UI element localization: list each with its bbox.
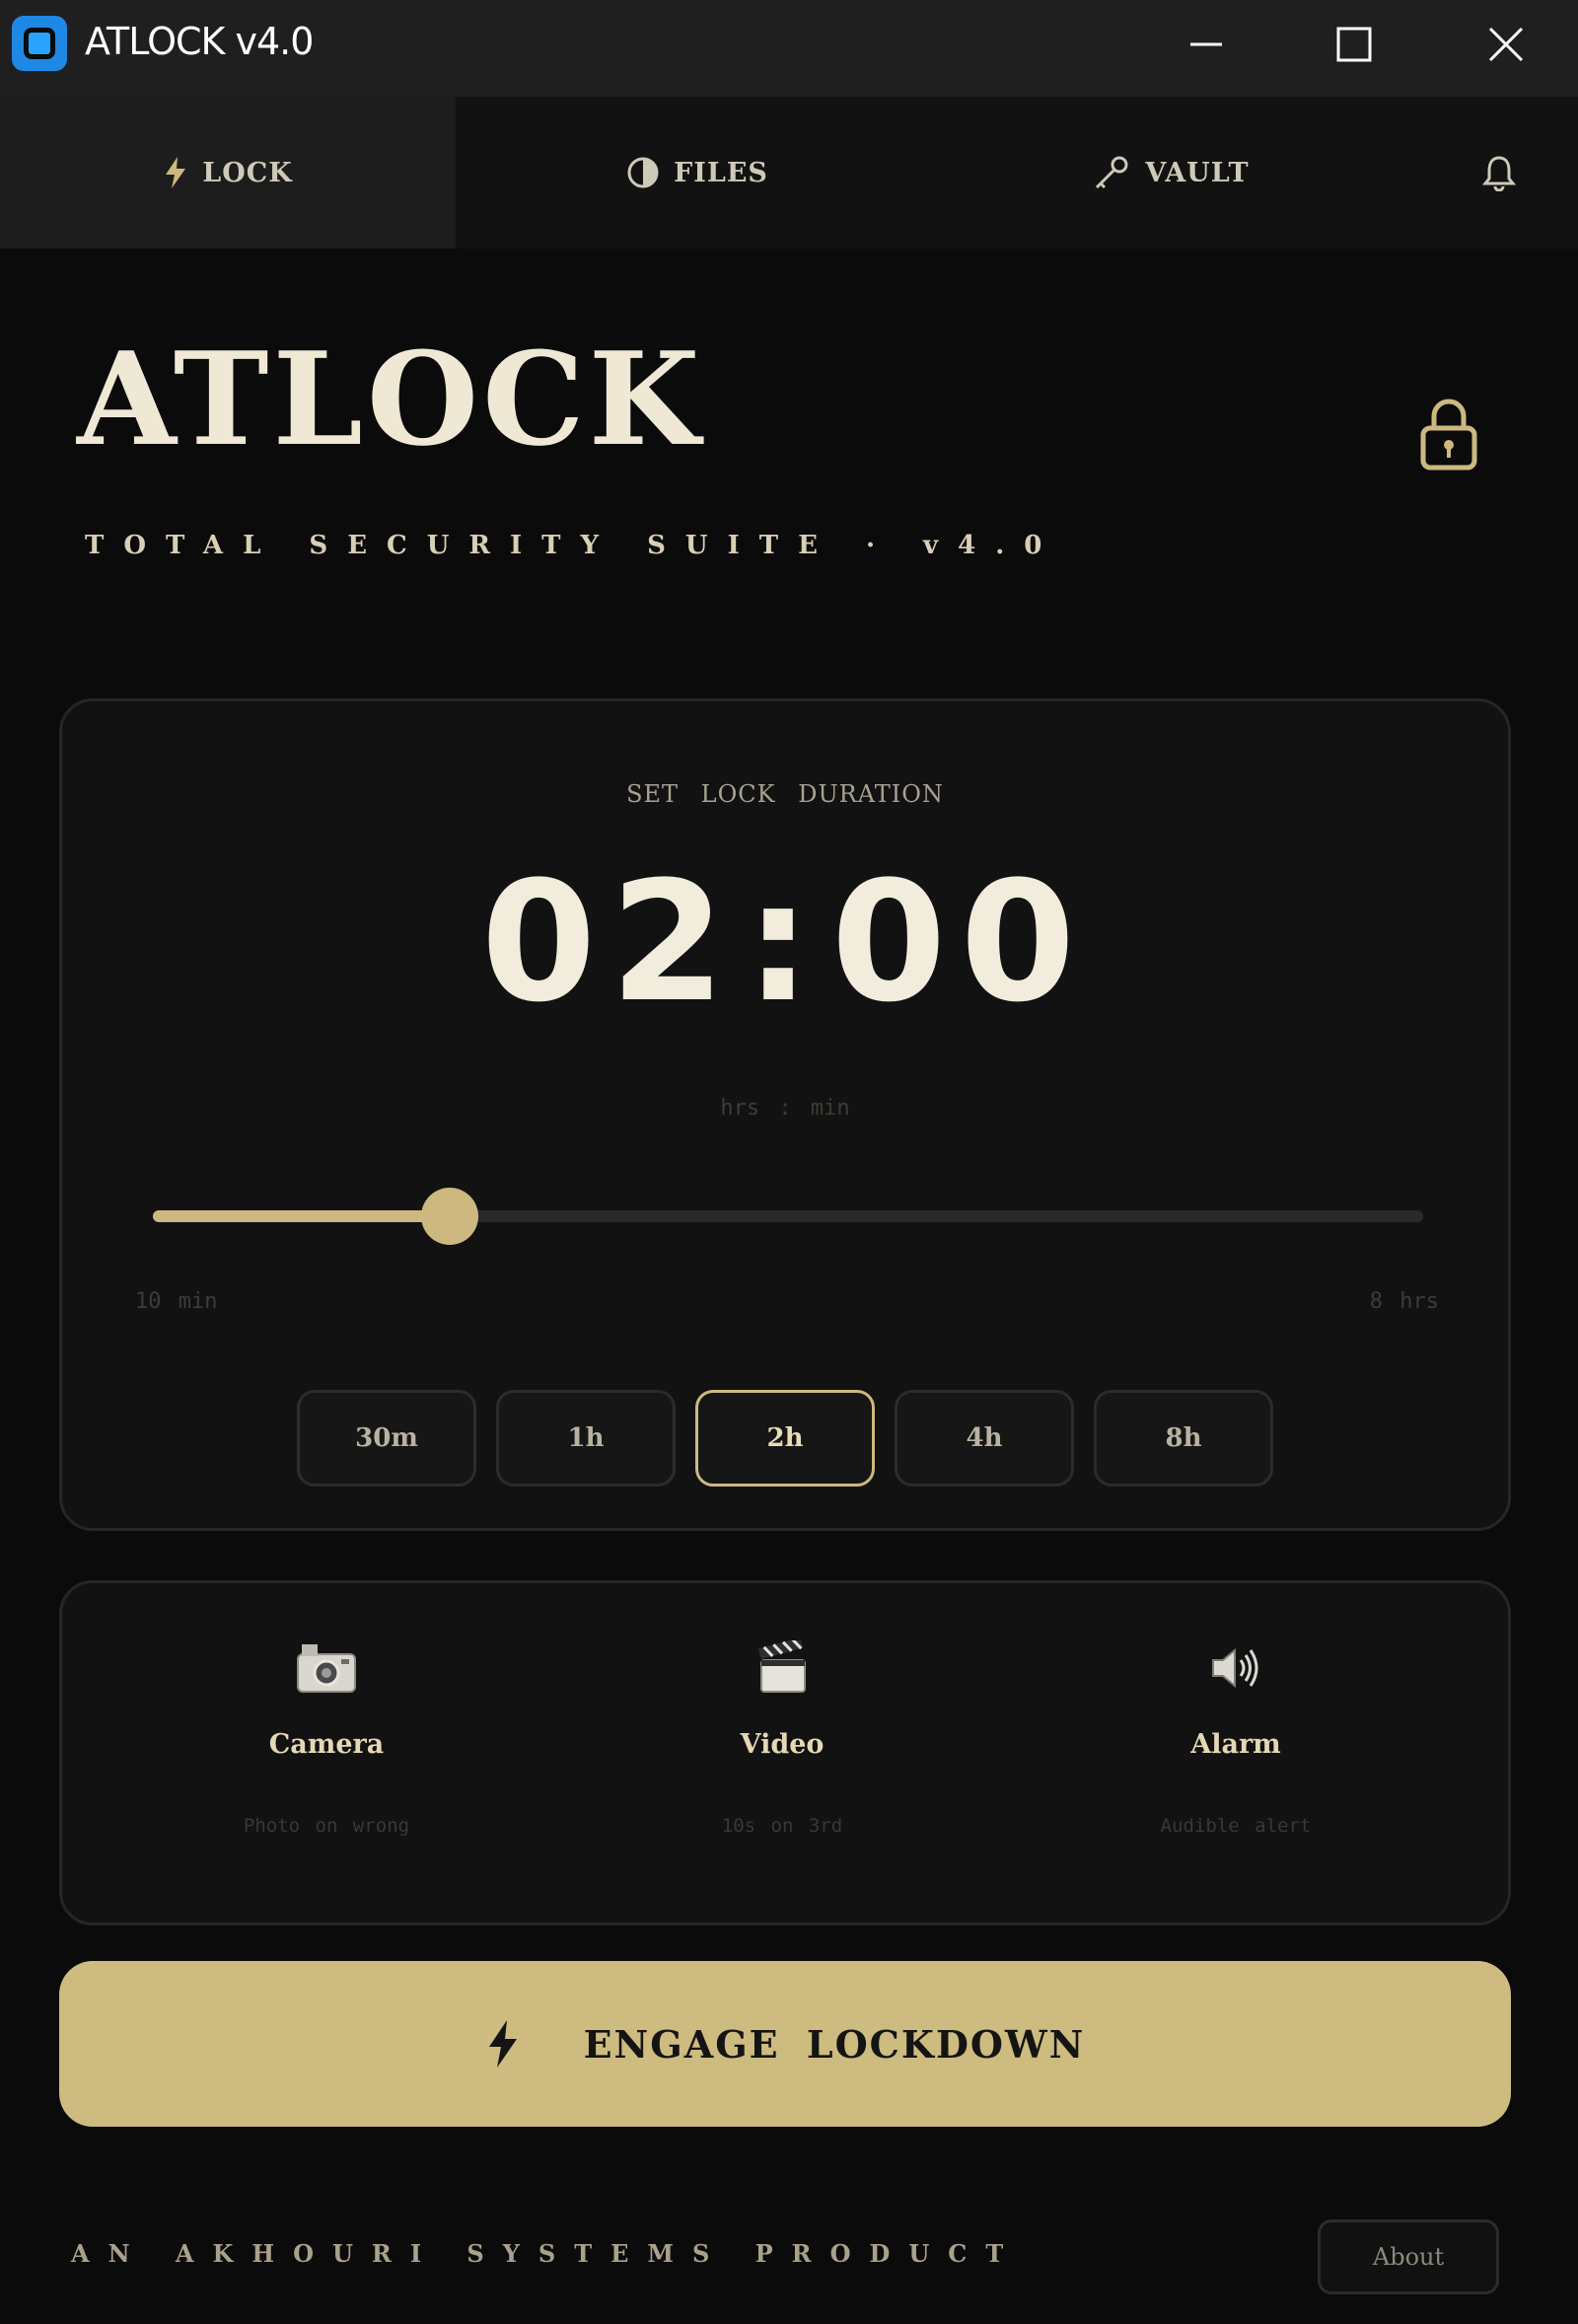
feature-video[interactable]: Video 10s on 3rd	[555, 1583, 1009, 1923]
window-title: ATLOCK v4.0	[85, 20, 314, 63]
about-button[interactable]: About	[1318, 2219, 1499, 2294]
feature-alarm[interactable]: Alarm Audible alert	[1009, 1583, 1463, 1923]
preset-group: 30m 1h 2h 4h 8h	[297, 1390, 1273, 1487]
time-display: 02:00	[62, 859, 1508, 1025]
speaker-icon	[1212, 1647, 1258, 1689]
tab-vault[interactable]: VAULT	[939, 97, 1402, 249]
tab-files-label: FILES	[674, 157, 768, 188]
feature-camera[interactable]: Camera Photo on wrong	[100, 1583, 553, 1923]
preset-8h-button[interactable]: 8h	[1094, 1390, 1273, 1487]
feature-camera-title: Camera	[268, 1729, 385, 1760]
tab-notifications[interactable]	[1460, 97, 1539, 249]
feature-video-title: Video	[740, 1729, 825, 1760]
camera-icon	[297, 1644, 356, 1693]
maximize-button[interactable]	[1280, 0, 1428, 89]
features-card: Camera Photo on wrong Video 10s on 3rd A…	[59, 1580, 1511, 1925]
preset-1h-button[interactable]: 1h	[496, 1390, 676, 1487]
lightning-icon	[488, 2020, 517, 2068]
feature-alarm-title: Alarm	[1190, 1729, 1281, 1760]
bell-icon	[1481, 156, 1517, 191]
brand-title: ATLOCK	[77, 324, 704, 474]
minutes-value: 00	[830, 845, 1090, 1039]
app-icon	[12, 16, 67, 71]
tab-vault-label: VAULT	[1145, 157, 1250, 188]
engage-lockdown-label: ENGAGE LOCKDOWN	[583, 2021, 1086, 2067]
hours-value: 02	[480, 845, 740, 1039]
duration-label: SET LOCK DURATION	[626, 780, 944, 808]
padlock-icon	[1420, 399, 1477, 471]
tagline: TOTAL SECURITY SUITE · v4.0	[85, 531, 1062, 560]
tab-bar: LOCK FILES VAULT	[0, 97, 1578, 249]
lightning-icon	[166, 157, 186, 188]
minimize-button[interactable]	[1132, 0, 1280, 89]
footer-credit: AN AKHOURI SYSTEMS PRODUCT	[71, 2239, 1023, 2268]
feature-video-desc: 10s on 3rd	[721, 1815, 843, 1837]
duration-slider[interactable]	[153, 1188, 1423, 1245]
title-bar: ATLOCK v4.0	[0, 0, 1578, 97]
preset-4h-button[interactable]: 4h	[895, 1390, 1074, 1487]
lock-duration-card: SET LOCK DURATION 02:00 hrs : min 10 min…	[59, 698, 1511, 1531]
range-max-label: 8 hrs	[1369, 1289, 1439, 1314]
tab-lock[interactable]: LOCK	[0, 97, 456, 249]
tab-lock-label: LOCK	[202, 157, 293, 188]
close-icon	[1488, 27, 1524, 62]
feature-camera-desc: Photo on wrong	[243, 1815, 410, 1837]
engage-lockdown-button[interactable]: ENGAGE LOCKDOWN	[59, 1961, 1511, 2127]
clapperboard-icon	[757, 1640, 806, 1693]
preset-30m-button[interactable]: 30m	[297, 1390, 476, 1487]
time-unit-label: hrs : min	[720, 1096, 850, 1121]
range-min-label: 10 min	[135, 1289, 218, 1314]
slider-thumb[interactable]	[421, 1188, 479, 1245]
close-button[interactable]	[1432, 0, 1578, 89]
feature-alarm-desc: Audible alert	[1160, 1815, 1312, 1837]
maximize-icon	[1336, 27, 1372, 62]
time-separator: :	[745, 845, 825, 1039]
slider-fill	[153, 1210, 451, 1222]
key-icon	[1096, 156, 1128, 189]
tab-files[interactable]: FILES	[456, 97, 939, 249]
shield-icon	[627, 157, 659, 188]
preset-2h-button[interactable]: 2h	[695, 1390, 875, 1487]
minimize-icon	[1190, 42, 1222, 46]
